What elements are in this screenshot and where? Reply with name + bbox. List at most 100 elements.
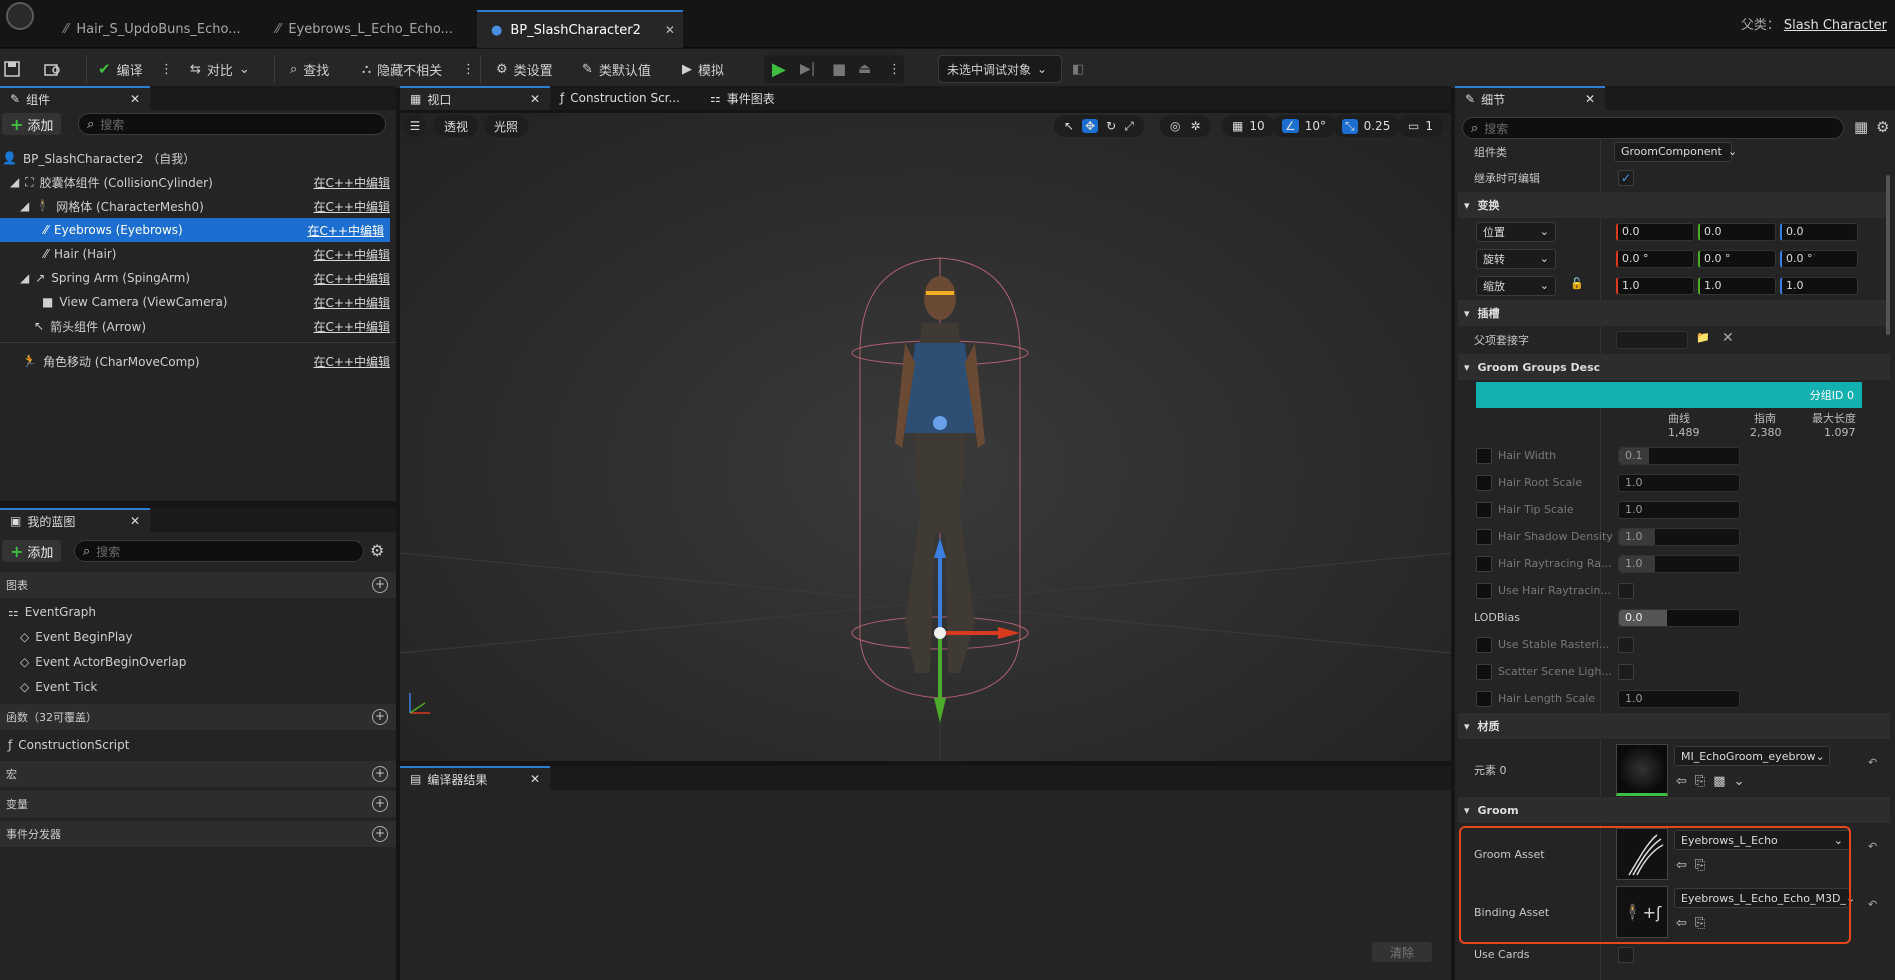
rotation-snap[interactable]: ∠ 10° xyxy=(1272,115,1337,137)
play-options-icon[interactable]: ⋮ xyxy=(888,57,901,81)
tab-event-graph[interactable]: ⚏ 事件图表 xyxy=(700,86,850,110)
lodbias-slider[interactable]: 0.0 xyxy=(1618,608,1740,627)
tab-viewport[interactable]: ▦ 视口 ✕ xyxy=(400,86,550,110)
groom-section-header[interactable]: ▾ Groom xyxy=(1458,797,1890,823)
add-variable-icon[interactable]: + xyxy=(372,796,388,812)
close-icon[interactable]: ✕ xyxy=(665,23,675,37)
construction-script-item[interactable]: ƒ ConstructionScript xyxy=(0,733,396,757)
close-icon[interactable]: ✕ xyxy=(130,92,140,106)
scatter-scene-lighting-checkbox[interactable] xyxy=(1618,663,1634,680)
debug-object-select[interactable]: 未选中调试对象 ⌄ xyxy=(938,55,1062,83)
editable-checkbox[interactable]: ✓ xyxy=(1618,169,1634,186)
scale-x-input[interactable]: 1.0 xyxy=(1616,276,1694,295)
reset-icon[interactable]: ↶ xyxy=(1868,756,1877,769)
viewport-menu-icon[interactable]: ☰ xyxy=(404,115,426,137)
browse-socket-icon[interactable]: 📁 xyxy=(1696,331,1710,344)
component-row[interactable]: ◢ 🕴 网格体 (CharacterMesh0) 在C++中编辑 xyxy=(0,194,396,218)
tab-my-blueprint[interactable]: ▣ 我的蓝图 ✕ xyxy=(0,508,150,532)
event-item[interactable]: ◇ Event Tick xyxy=(0,675,396,699)
transform-section-header[interactable]: ▾ 变换 xyxy=(1458,192,1890,218)
rotate-icon[interactable]: ↻ xyxy=(1106,119,1116,133)
component-class-select[interactable]: GroomComponent ⌄ xyxy=(1614,141,1737,162)
compile-options-icon[interactable]: ⋮ xyxy=(160,57,173,81)
move-icon[interactable]: ✥ xyxy=(1082,119,1099,133)
component-row[interactable]: ◢ ↗ Spring Arm (SpingArm) 在C++中编辑 xyxy=(0,266,396,290)
scale-z-input[interactable]: 1.0 xyxy=(1780,276,1858,295)
surface-snap-icon[interactable]: ✲ xyxy=(1190,119,1200,133)
edit-in-cpp-link[interactable]: 在C++中编辑 xyxy=(314,246,391,263)
hair-tip-scale-slider[interactable]: 1.0 xyxy=(1618,500,1740,519)
hair-shadow-density-slider[interactable]: 1.0 xyxy=(1618,527,1740,546)
variables-section-header[interactable]: 变量 + xyxy=(0,791,396,817)
camera-speed[interactable]: ▭ 1 xyxy=(1398,115,1443,137)
hair-root-scale-slider[interactable]: 1.0 xyxy=(1618,473,1740,492)
location-y-input[interactable]: 0.0 xyxy=(1698,222,1776,241)
perspective-button[interactable]: 透视 xyxy=(434,115,479,137)
step-icon[interactable]: ▶| xyxy=(800,57,815,81)
grid-snap[interactable]: ▦ 10 xyxy=(1222,115,1275,137)
materials-section-header[interactable]: ▾ 材质 xyxy=(1458,713,1890,739)
macros-section-header[interactable]: 宏 + xyxy=(0,761,396,787)
sockets-section-header[interactable]: ▾ 插槽 xyxy=(1458,300,1890,326)
override-checkbox[interactable] xyxy=(1476,447,1492,464)
functions-section-header[interactable]: 函数（32可覆盖） + xyxy=(0,704,396,730)
tab-components[interactable]: ✎ 组件 ✕ xyxy=(0,86,150,110)
world-icon[interactable]: ◎ xyxy=(1170,119,1180,133)
rotation-y-input[interactable]: 0.0 ° xyxy=(1698,249,1776,268)
reset-icon[interactable]: ↶ xyxy=(1868,898,1877,911)
hair-raytracing-radius-slider[interactable]: 1.0 xyxy=(1618,554,1740,573)
location-mode-select[interactable]: 位置 ⌄ xyxy=(1476,221,1556,242)
hair-length-scale-slider[interactable]: 1.0 xyxy=(1618,689,1740,708)
scale-icon[interactable]: ⤢ xyxy=(1124,119,1134,134)
reset-icon[interactable]: ↶ xyxy=(1868,840,1877,853)
override-checkbox[interactable] xyxy=(1476,663,1492,680)
override-checkbox[interactable] xyxy=(1476,582,1492,599)
rotation-z-input[interactable]: 0.0 ° xyxy=(1780,249,1858,268)
edit-in-cpp-link[interactable]: 在C++中编辑 xyxy=(314,294,391,311)
compile-button[interactable]: ✔ 编译 xyxy=(98,57,143,81)
dispatchers-section-header[interactable]: 事件分发器 + xyxy=(0,821,396,847)
component-row[interactable]: ⁄⁄ Hair (Hair) 在C++中编辑 xyxy=(0,242,396,266)
component-row[interactable]: ◢ ⛶ 胶囊体组件 (CollisionCylinder) 在C++中编辑 xyxy=(0,170,396,194)
gear-icon[interactable]: ⚙ xyxy=(370,541,384,560)
eject-icon[interactable]: ⏏ xyxy=(858,57,871,81)
find-button[interactable]: ⌕ 查找 xyxy=(290,57,329,81)
view-options-icon[interactable]: ▦ xyxy=(1854,118,1868,136)
hair-width-slider[interactable]: 0.1 xyxy=(1618,446,1740,465)
diff-button[interactable]: ⇆ 对比 ⌄ xyxy=(190,57,250,81)
tab-details[interactable]: ✎ 细节 ✕ xyxy=(1455,86,1605,110)
close-icon[interactable]: ✕ xyxy=(130,514,140,528)
class-settings-button[interactable]: ⚙ 类设置 xyxy=(496,57,553,81)
component-root[interactable]: 👤 BP_SlashCharacter2 （自我） xyxy=(0,146,396,170)
component-row[interactable]: ■ View Camera (ViewCamera) 在C++中编辑 xyxy=(0,290,396,314)
save-icon[interactable] xyxy=(4,57,20,81)
scale-y-input[interactable]: 1.0 xyxy=(1698,276,1776,295)
component-row-selected[interactable]: ⁄⁄ Eyebrows (Eyebrows) 在C++中编辑 xyxy=(0,218,390,242)
edit-in-cpp-link[interactable]: 在C++中编辑 xyxy=(314,198,391,215)
add-blueprint-member-button[interactable]: + 添加 xyxy=(2,540,62,562)
event-graph-item[interactable]: ⚏ EventGraph xyxy=(0,600,396,624)
use-cards-checkbox[interactable] xyxy=(1618,946,1634,963)
event-item[interactable]: ◇ Event BeginPlay xyxy=(0,625,396,649)
tab-hair-asset[interactable]: ⁄⁄ Hair_S_UpdoBuns_Echo... xyxy=(50,10,255,48)
components-search-input[interactable]: ⌕ 搜索 xyxy=(78,113,386,135)
rotation-mode-select[interactable]: 旋转 ⌄ xyxy=(1476,248,1556,269)
select-icon[interactable]: ↖ xyxy=(1064,119,1074,133)
add-macro-icon[interactable]: + xyxy=(372,766,388,782)
close-icon[interactable]: ✕ xyxy=(1585,92,1595,106)
parent-socket-input[interactable] xyxy=(1616,330,1688,349)
scale-snap[interactable]: ⤡ 0.25 xyxy=(1332,115,1401,137)
override-checkbox[interactable] xyxy=(1476,690,1492,707)
play-icon[interactable]: ▶ xyxy=(772,57,786,81)
override-checkbox[interactable] xyxy=(1476,528,1492,545)
override-checkbox[interactable] xyxy=(1476,636,1492,653)
debug-target-icon[interactable]: ◧ xyxy=(1072,57,1084,81)
class-defaults-button[interactable]: ✎ 类默认值 xyxy=(582,57,651,81)
use-hair-raytracing-checkbox[interactable] xyxy=(1618,582,1634,599)
add-component-button[interactable]: + 添加 xyxy=(2,113,62,135)
use-stable-rasterization-checkbox[interactable] xyxy=(1618,636,1634,653)
add-graph-icon[interactable]: + xyxy=(372,577,388,593)
material-thumbnail[interactable] xyxy=(1616,744,1668,796)
material-select[interactable]: MI_EchoGroom_eyebrow ⌄ xyxy=(1674,746,1830,766)
event-item[interactable]: ◇ Event ActorBeginOverlap xyxy=(0,650,396,674)
